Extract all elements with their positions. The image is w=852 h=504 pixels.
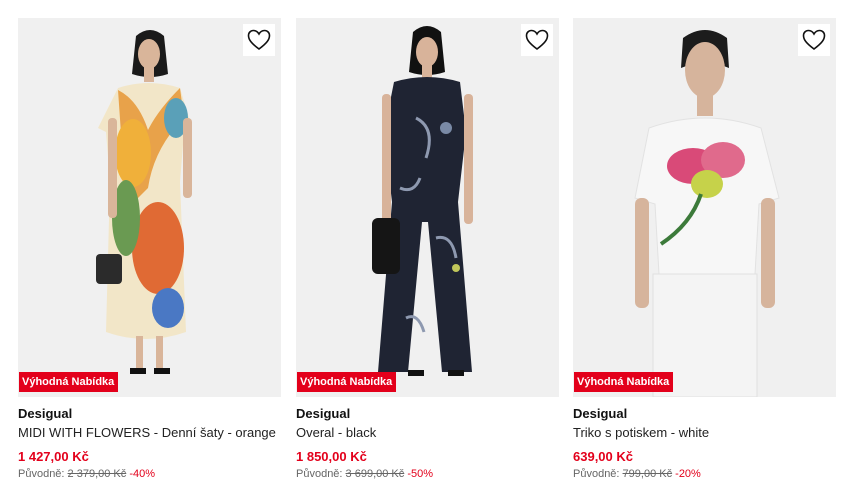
original-price-row: Původně: 2 379,00 Kč -40% <box>18 467 281 481</box>
product-brand[interactable]: Desigual <box>18 406 281 422</box>
original-price-row: Původně: 799,00 Kč -20% <box>573 467 836 481</box>
original-price: 799,00 Kč <box>622 468 673 480</box>
product-image[interactable]: Výhodná Nabídka <box>296 18 559 397</box>
product-card[interactable]: Výhodná Nabídka Desigual Triko s potiske… <box>573 18 836 481</box>
product-price: 1 850,00 Kč <box>296 449 367 464</box>
deal-badge: Výhodná Nabídka <box>19 372 119 392</box>
product-name[interactable]: MIDI WITH FLOWERS - Denní šaty - orange <box>18 425 281 441</box>
product-grid: Výhodná Nabídka Desigual MIDI WITH FLOWE… <box>0 0 852 504</box>
discount-percent: -50% <box>407 468 434 480</box>
original-price-label: Původně: <box>296 468 343 480</box>
product-image[interactable]: Výhodná Nabídka <box>18 18 281 397</box>
original-price-row: Původně: 3 699,00 Kč -50% <box>296 467 559 481</box>
product-name[interactable]: Triko s potiskem - white <box>573 425 836 441</box>
wishlist-button[interactable] <box>243 24 275 56</box>
product-photo <box>573 18 836 397</box>
product-image[interactable]: Výhodná Nabídka <box>573 18 836 397</box>
heart-outline-icon <box>802 29 826 51</box>
wishlist-button[interactable] <box>521 24 553 56</box>
product-card[interactable]: Výhodná Nabídka Desigual MIDI WITH FLOWE… <box>18 18 281 481</box>
discount-percent: -40% <box>129 468 156 480</box>
product-brand[interactable]: Desigual <box>296 406 559 422</box>
product-name[interactable]: Overal - black <box>296 425 559 441</box>
original-price-label: Původně: <box>573 468 620 480</box>
original-price: 2 379,00 Kč <box>67 468 127 480</box>
discount-percent: -20% <box>675 468 701 480</box>
product-photo <box>18 18 281 397</box>
original-price: 3 699,00 Kč <box>345 468 405 480</box>
product-brand[interactable]: Desigual <box>573 406 836 422</box>
heart-outline-icon <box>247 29 271 51</box>
deal-badge: Výhodná Nabídka <box>574 372 674 392</box>
heart-outline-icon <box>525 29 549 51</box>
deal-badge: Výhodná Nabídka <box>297 372 397 392</box>
product-photo <box>296 18 559 397</box>
original-price-label: Původně: <box>18 468 65 480</box>
wishlist-button[interactable] <box>798 24 830 56</box>
product-price: 1 427,00 Kč <box>18 449 89 464</box>
product-price: 639,00 Kč <box>573 449 633 464</box>
product-card[interactable]: Výhodná Nabídka Desigual Overal - black … <box>296 18 559 481</box>
